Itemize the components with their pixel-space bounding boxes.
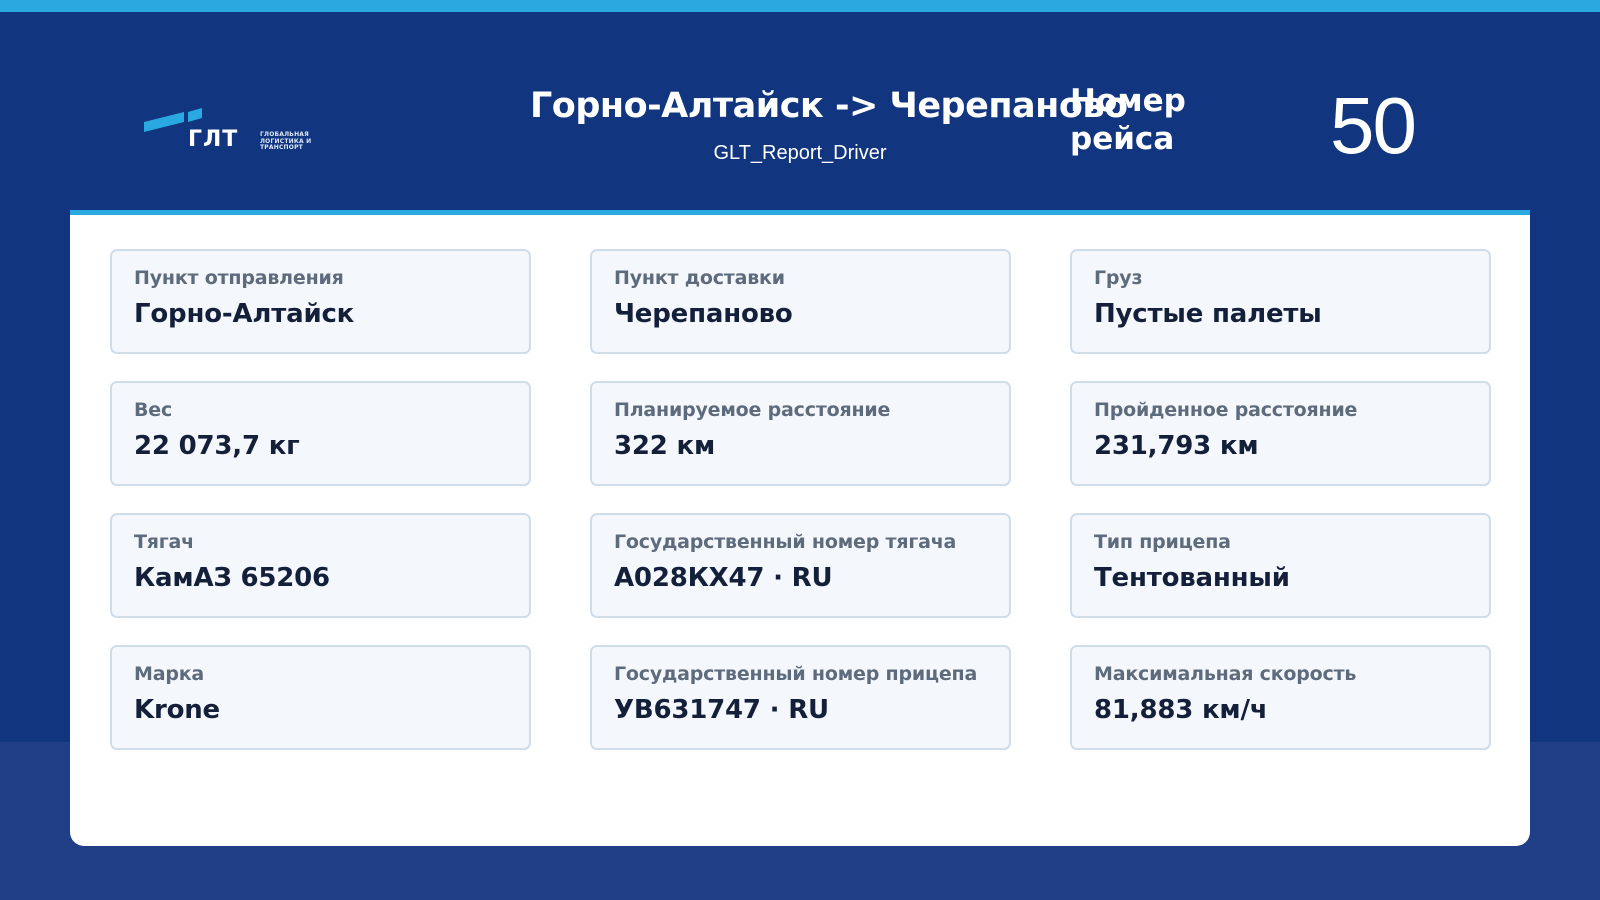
logo-wordmark: ГЛТ (188, 127, 238, 152)
field-value: Черепаново (614, 299, 793, 329)
field-value: Горно-Алтайск (134, 299, 355, 329)
top-accent-strip (0, 0, 1600, 12)
field-label: Марка (134, 663, 205, 685)
details-grid: Пункт отправления Горно-Алтайск Пункт до… (110, 249, 1491, 750)
field-trailer-plate: Государственный номер прицепа УВ631747 ·… (590, 645, 1011, 750)
field-tractor: Тягач КамАЗ 65206 (110, 513, 531, 618)
field-value: Тентованный (1094, 563, 1290, 593)
field-label: Государственный номер прицепа (614, 663, 978, 685)
report-subtitle: GLT_Report_Driver (713, 142, 887, 164)
field-planned-distance: Планируемое расстояние 322 км (590, 381, 1011, 486)
field-label: Пройденное расстояние (1094, 399, 1358, 421)
field-label: Планируемое расстояние (614, 399, 891, 421)
field-cargo: Груз Пустые палеты (1070, 249, 1491, 354)
field-value: А028КХ47 · RU (614, 563, 833, 593)
field-value: Krone (134, 695, 220, 725)
field-value: 322 км (614, 431, 716, 461)
field-trailer-type: Тип прицепа Тентованный (1070, 513, 1491, 618)
field-label: Тягач (134, 531, 194, 553)
field-departure-point: Пункт отправления Горно-Алтайск (110, 249, 531, 354)
field-value: 231,793 км (1094, 431, 1259, 461)
field-delivery-point: Пункт доставки Черепаново (590, 249, 1011, 354)
field-traveled-distance: Пройденное расстояние 231,793 км (1070, 381, 1491, 486)
field-label: Тип прицепа (1094, 531, 1231, 553)
field-label: Пункт доставки (614, 267, 785, 289)
field-value: УВ631747 · RU (614, 695, 829, 725)
trip-number-value: 50 (1330, 81, 1417, 170)
field-label: Максимальная скорость (1094, 663, 1357, 685)
field-value: 81,883 км/ч (1094, 695, 1268, 725)
field-value: КамАЗ 65206 (134, 563, 330, 593)
page-title: Горно-Алтайск -> Черепаново (530, 86, 1128, 126)
field-label: Государственный номер тягача (614, 531, 957, 553)
field-label: Груз (1094, 267, 1143, 289)
field-tractor-plate: Государственный номер тягача А028КХ47 · … (590, 513, 1011, 618)
logo-tagline: ГЛОБАЛЬНАЯ ЛОГИСТИКА И ТРАНСПОРТ (260, 131, 312, 151)
trip-number-label: Номер рейса (1070, 83, 1186, 157)
field-label: Пункт отправления (134, 267, 344, 289)
trip-details-card: Пункт отправления Горно-Алтайск Пункт до… (70, 210, 1530, 846)
field-brand: Марка Krone (110, 645, 531, 750)
field-value: Пустые палеты (1094, 299, 1322, 329)
field-label: Вес (134, 399, 173, 421)
field-max-speed: Максимальная скорость 81,883 км/ч (1070, 645, 1491, 750)
field-value: 22 073,7 кг (134, 431, 300, 461)
company-logo: ГЛТ ГЛОБАЛЬНАЯ ЛОГИСТИКА И ТРАНСПОРТ (144, 106, 320, 152)
field-weight: Вес 22 073,7 кг (110, 381, 531, 486)
